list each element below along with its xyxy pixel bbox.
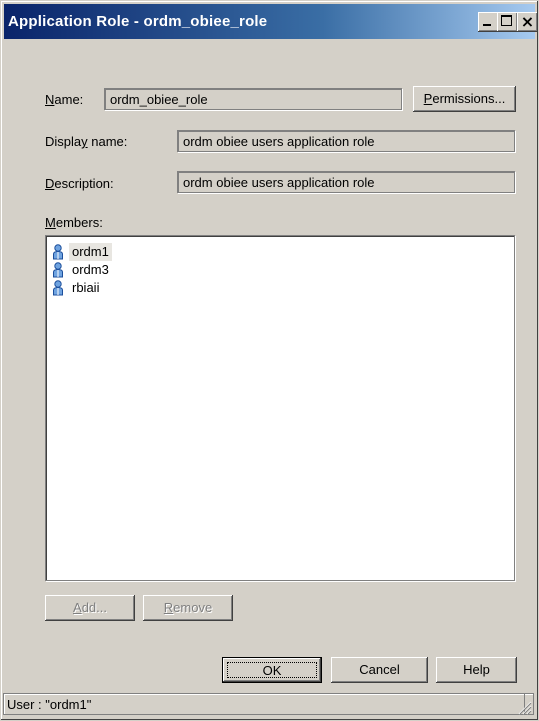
title-bar[interactable]: Application Role - ordm_obiee_role × xyxy=(4,4,538,39)
members-label: Members: xyxy=(45,215,103,230)
members-list[interactable]: ordm1 ordm3 rbiaii xyxy=(45,235,515,581)
ok-button[interactable]: OK xyxy=(222,657,322,683)
user-icon xyxy=(53,244,63,260)
close-icon: × xyxy=(520,12,535,31)
remove-button[interactable]: Remove xyxy=(143,595,233,621)
description-field[interactable]: ordm obiee users application role xyxy=(177,171,515,193)
display-name-field[interactable]: ordm obiee users application role xyxy=(177,130,515,152)
permissions-button[interactable]: Permissions... xyxy=(413,86,516,112)
cancel-button[interactable]: Cancel xyxy=(331,657,428,683)
maximize-icon xyxy=(501,15,512,26)
help-button[interactable]: Help xyxy=(436,657,517,683)
member-name: ordm3 xyxy=(72,262,109,277)
status-bar: User : "ordm1" xyxy=(3,693,534,715)
focus-rect: OK xyxy=(227,662,317,678)
name-label: Name: xyxy=(45,92,84,107)
member-name: ordm1 xyxy=(69,243,112,261)
resize-grip-icon[interactable] xyxy=(518,701,532,715)
window-title: Application Role - ordm_obiee_role xyxy=(8,13,268,30)
user-icon xyxy=(53,280,63,296)
status-text: User : "ordm1" xyxy=(7,697,92,712)
close-button[interactable]: × xyxy=(517,12,538,32)
description-label: Description: xyxy=(45,176,114,191)
name-field[interactable]: ordm_obiee_role xyxy=(104,88,402,110)
display-name-label: Display name: xyxy=(45,134,128,149)
maximize-button[interactable] xyxy=(497,12,518,32)
minimize-button[interactable] xyxy=(478,12,499,32)
user-icon xyxy=(53,262,63,278)
minimize-icon xyxy=(483,24,491,26)
add-button[interactable]: Add... xyxy=(45,595,135,621)
member-name: rbiaii xyxy=(72,280,100,295)
application-role-dialog: Application Role - ordm_obiee_role × Nam… xyxy=(0,0,539,721)
